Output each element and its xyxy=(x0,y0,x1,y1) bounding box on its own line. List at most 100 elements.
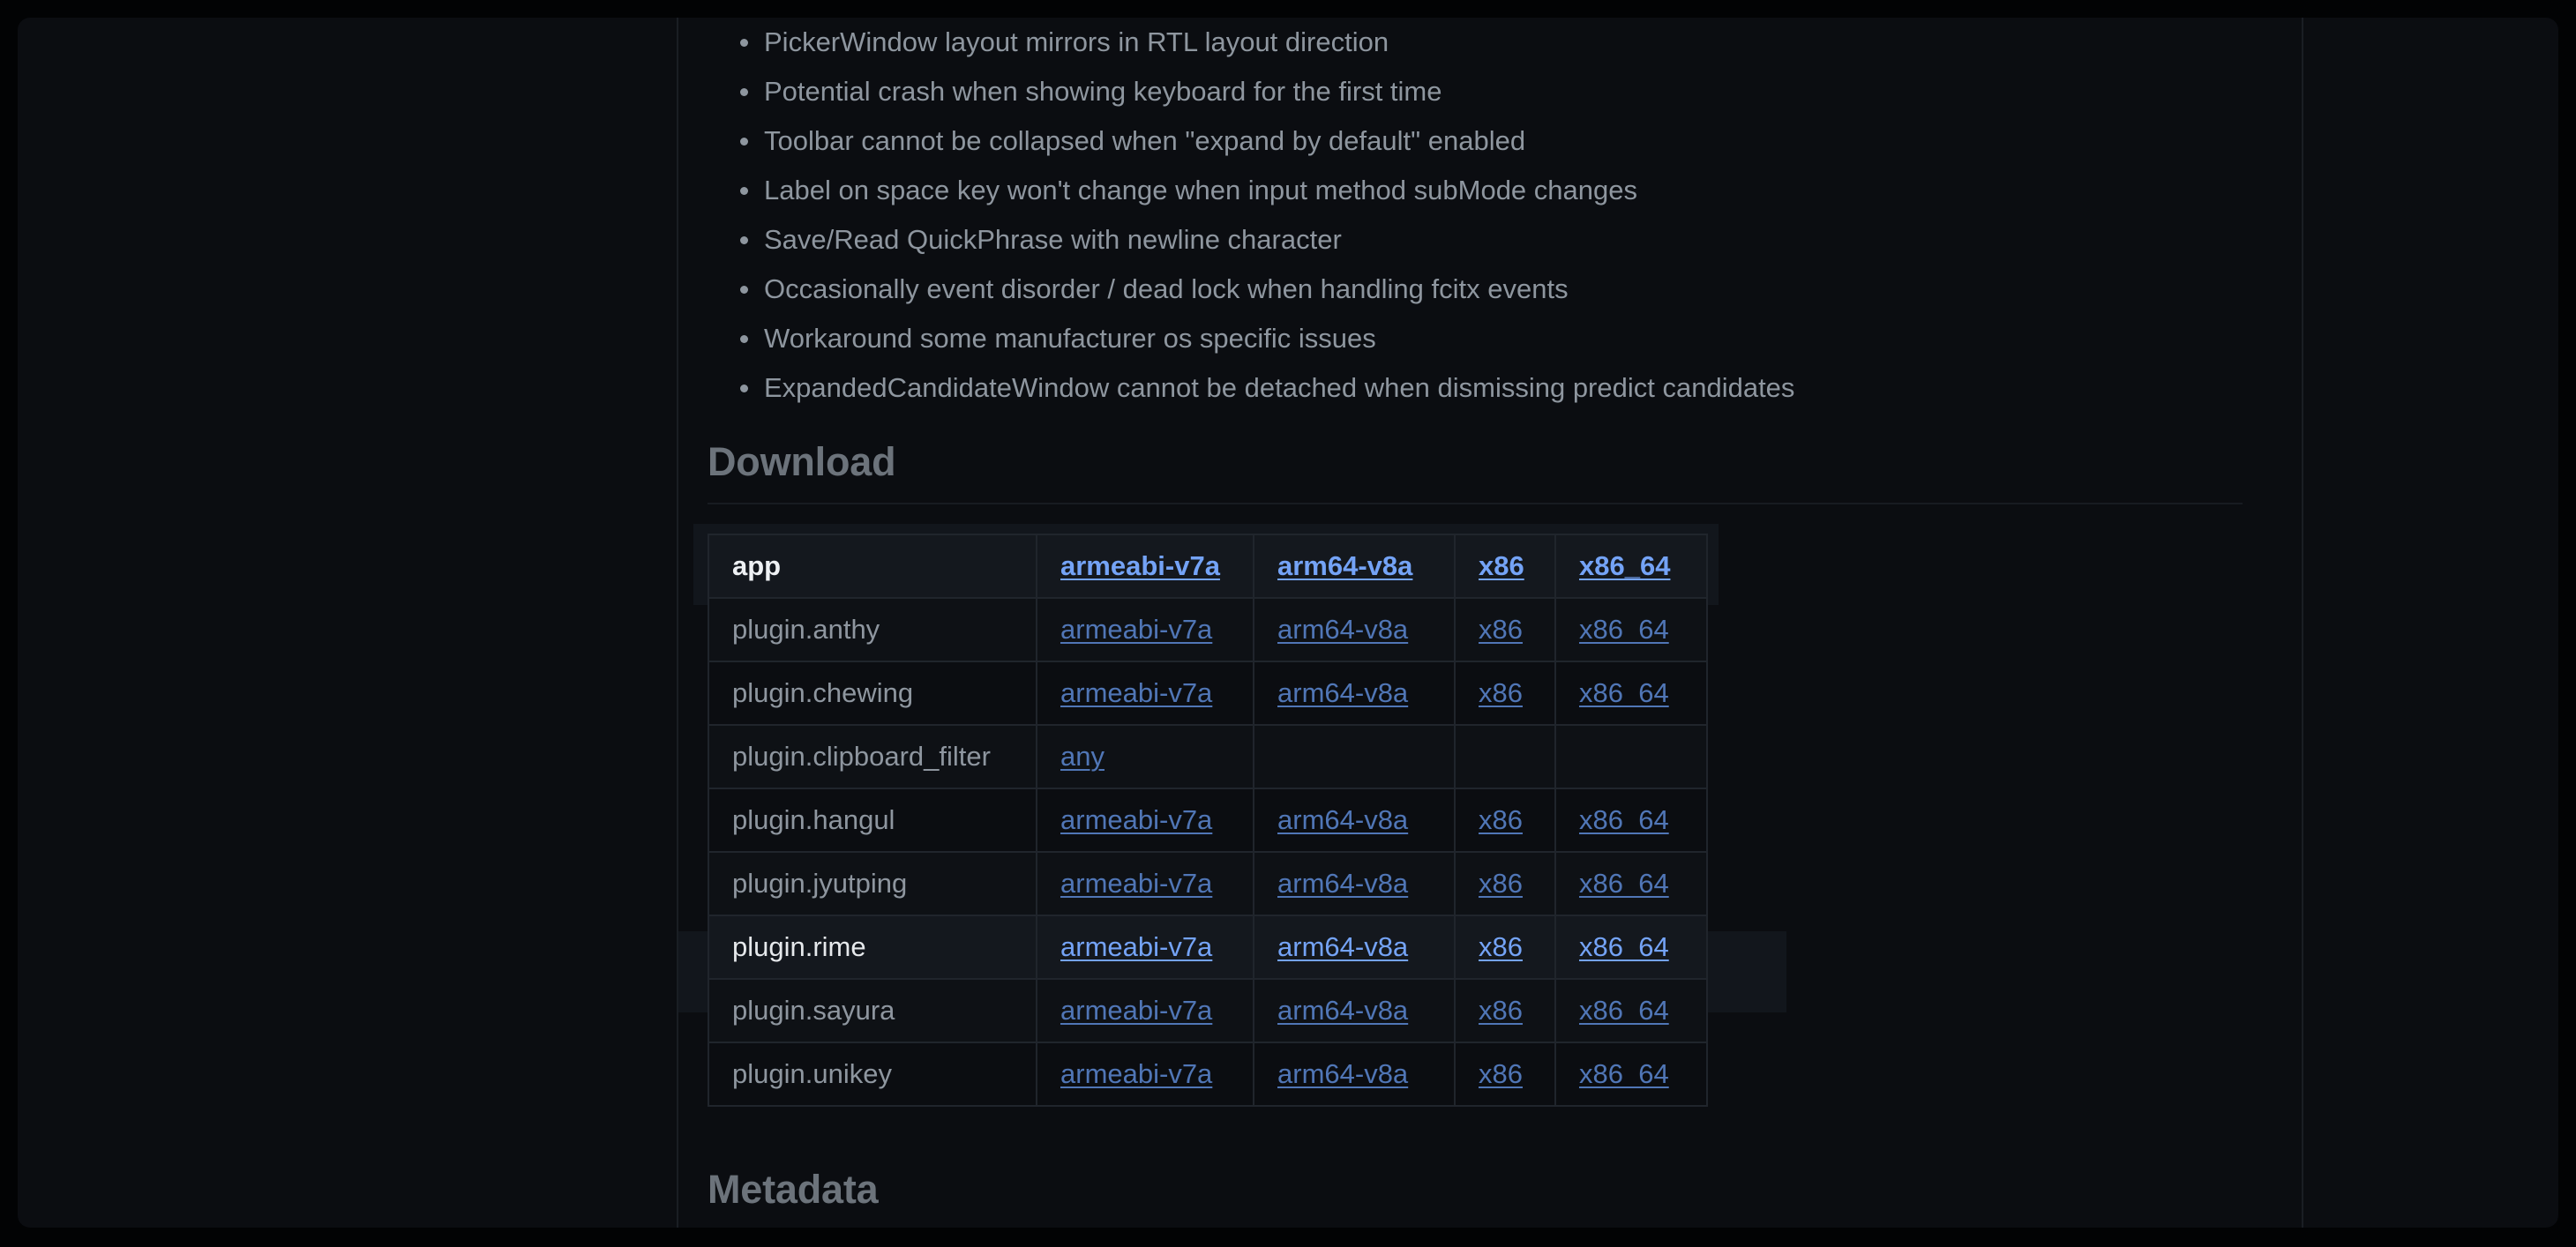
table-cell: x86_64 xyxy=(1554,788,1708,853)
download-link-x86[interactable]: x86 xyxy=(1479,804,1523,835)
release-notes-column: PickerWindow layout mirrors in RTL layou… xyxy=(677,18,2303,1228)
download-link-arm64-v8a[interactable]: arm64-v8a xyxy=(1277,550,1412,581)
table-row: plugin.jyutping armeabi-v7a arm64-v8a x8… xyxy=(708,851,1708,916)
table-cell-name: app xyxy=(708,534,1037,599)
table-cell: x86_64 xyxy=(1554,1042,1708,1107)
download-link-armeabi-v7a[interactable]: armeabi-v7a xyxy=(1060,677,1212,708)
download-link-arm64-v8a[interactable]: arm64-v8a xyxy=(1277,677,1408,708)
table-row: plugin.unikey armeabi-v7a arm64-v8a x86 … xyxy=(708,1042,1708,1107)
download-link-arm64-v8a[interactable]: arm64-v8a xyxy=(1277,931,1408,962)
table-row: plugin.clipboard_filter any xyxy=(708,724,1708,789)
table-cell: armeabi-v7a xyxy=(1036,534,1254,599)
download-link-x86[interactable]: x86 xyxy=(1479,550,1524,581)
list-item: Potential crash when showing keyboard fo… xyxy=(738,67,2237,116)
download-heading: Download xyxy=(708,439,896,484)
table-cell-name: plugin.unikey xyxy=(708,1042,1037,1107)
list-item: PickerWindow layout mirrors in RTL layou… xyxy=(738,18,2237,67)
download-link-armeabi-v7a[interactable]: armeabi-v7a xyxy=(1060,931,1212,962)
download-link-x86[interactable]: x86 xyxy=(1479,995,1523,1026)
download-link-armeabi-v7a[interactable]: armeabi-v7a xyxy=(1060,614,1212,645)
browser-window: PickerWindow layout mirrors in RTL layou… xyxy=(18,18,2558,1228)
table-cell: armeabi-v7a xyxy=(1036,915,1254,980)
download-link-x86-64[interactable]: x86_64 xyxy=(1579,614,1669,645)
download-link-x86-64[interactable]: x86_64 xyxy=(1579,804,1669,835)
bullet-icon xyxy=(740,39,748,47)
list-item: Occasionally event disorder / dead lock … xyxy=(738,265,2237,314)
table-cell: x86 xyxy=(1454,915,1556,980)
list-item-text: Label on space key won't change when inp… xyxy=(764,175,1637,205)
download-link-x86-64[interactable]: x86_64 xyxy=(1579,550,1670,581)
table-cell: x86 xyxy=(1454,1042,1556,1107)
download-link-arm64-v8a[interactable]: arm64-v8a xyxy=(1277,614,1408,645)
bullet-icon xyxy=(740,286,748,294)
table-cell-name: plugin.anthy xyxy=(708,597,1037,662)
table-cell: x86_64 xyxy=(1554,915,1708,980)
table-cell: x86 xyxy=(1454,851,1556,916)
list-item-text: Occasionally event disorder / dead lock … xyxy=(764,273,1569,304)
download-link-armeabi-v7a[interactable]: armeabi-v7a xyxy=(1060,868,1212,899)
table-cell: x86 xyxy=(1454,597,1556,662)
download-link-x86[interactable]: x86 xyxy=(1479,677,1523,708)
table-cell: armeabi-v7a xyxy=(1036,788,1254,853)
list-item-text: Save/Read QuickPhrase with newline chara… xyxy=(764,224,1342,255)
table-cell: arm64-v8a xyxy=(1253,597,1456,662)
table-row: plugin.chewing armeabi-v7a arm64-v8a x86… xyxy=(708,661,1708,726)
table-cell-empty xyxy=(1554,724,1708,789)
table-cell: arm64-v8a xyxy=(1253,534,1456,599)
fixes-list: PickerWindow layout mirrors in RTL layou… xyxy=(738,18,2237,413)
list-item: Save/Read QuickPhrase with newline chara… xyxy=(738,215,2237,265)
download-link-armeabi-v7a[interactable]: armeabi-v7a xyxy=(1060,550,1220,581)
list-item: Workaround some manufacturer os specific… xyxy=(738,314,2237,363)
download-link-x86-64[interactable]: x86_64 xyxy=(1579,677,1669,708)
bullet-icon xyxy=(740,335,748,343)
list-item: Toolbar cannot be collapsed when "expand… xyxy=(738,116,2237,166)
table-cell: arm64-v8a xyxy=(1253,1042,1456,1107)
download-link-x86[interactable]: x86 xyxy=(1479,868,1523,899)
table-cell: x86 xyxy=(1454,661,1556,726)
list-item-text: Potential crash when showing keyboard fo… xyxy=(764,76,1442,107)
bullet-icon xyxy=(740,236,748,244)
table-cell: arm64-v8a xyxy=(1253,661,1456,726)
table-cell: x86_64 xyxy=(1554,978,1708,1043)
table-cell: x86 xyxy=(1454,534,1556,599)
table-cell-name: plugin.rime xyxy=(708,915,1037,980)
table-cell: armeabi-v7a xyxy=(1036,851,1254,916)
table-cell: any xyxy=(1036,724,1254,789)
download-link-x86-64[interactable]: x86_64 xyxy=(1579,931,1669,962)
table-row: plugin.anthy armeabi-v7a arm64-v8a x86 x… xyxy=(708,597,1708,662)
list-item-text: Workaround some manufacturer os specific… xyxy=(764,323,1376,354)
list-item-text: Toolbar cannot be collapsed when "expand… xyxy=(764,125,1526,156)
download-link-armeabi-v7a[interactable]: armeabi-v7a xyxy=(1060,995,1212,1026)
bullet-icon xyxy=(740,88,748,96)
list-item-text: PickerWindow layout mirrors in RTL layou… xyxy=(764,26,1389,57)
list-item: Label on space key won't change when inp… xyxy=(738,166,2237,215)
download-link-x86-64[interactable]: x86_64 xyxy=(1579,868,1669,899)
download-link-x86[interactable]: x86 xyxy=(1479,931,1523,962)
table-cell: armeabi-v7a xyxy=(1036,661,1254,726)
download-link-arm64-v8a[interactable]: arm64-v8a xyxy=(1277,868,1408,899)
table-cell: x86 xyxy=(1454,978,1556,1043)
download-link-any[interactable]: any xyxy=(1060,741,1105,772)
table-cell: x86_64 xyxy=(1554,534,1708,599)
table-cell: arm64-v8a xyxy=(1253,788,1456,853)
table-row: app armeabi-v7a arm64-v8a x86 x86_64 xyxy=(708,534,1708,599)
download-link-x86-64[interactable]: x86_64 xyxy=(1579,995,1669,1026)
download-link-arm64-v8a[interactable]: arm64-v8a xyxy=(1277,995,1408,1026)
table-cell: arm64-v8a xyxy=(1253,851,1456,916)
table-cell-empty xyxy=(1253,724,1456,789)
table-cell-name: plugin.clipboard_filter xyxy=(708,724,1037,789)
download-link-x86-64[interactable]: x86_64 xyxy=(1579,1058,1669,1089)
download-link-arm64-v8a[interactable]: arm64-v8a xyxy=(1277,804,1408,835)
table-cell-empty xyxy=(1454,724,1556,789)
table-cell-name: plugin.hangul xyxy=(708,788,1037,853)
table-cell: x86_64 xyxy=(1554,851,1708,916)
download-table: app armeabi-v7a arm64-v8a x86 x86_64 plu… xyxy=(708,534,1708,1107)
table-cell: x86_64 xyxy=(1554,597,1708,662)
download-link-arm64-v8a[interactable]: arm64-v8a xyxy=(1277,1058,1408,1089)
download-link-x86[interactable]: x86 xyxy=(1479,614,1523,645)
download-link-armeabi-v7a[interactable]: armeabi-v7a xyxy=(1060,804,1212,835)
metadata-heading: Metadata xyxy=(708,1167,879,1212)
download-link-x86[interactable]: x86 xyxy=(1479,1058,1523,1089)
download-link-armeabi-v7a[interactable]: armeabi-v7a xyxy=(1060,1058,1212,1089)
table-cell: arm64-v8a xyxy=(1253,915,1456,980)
